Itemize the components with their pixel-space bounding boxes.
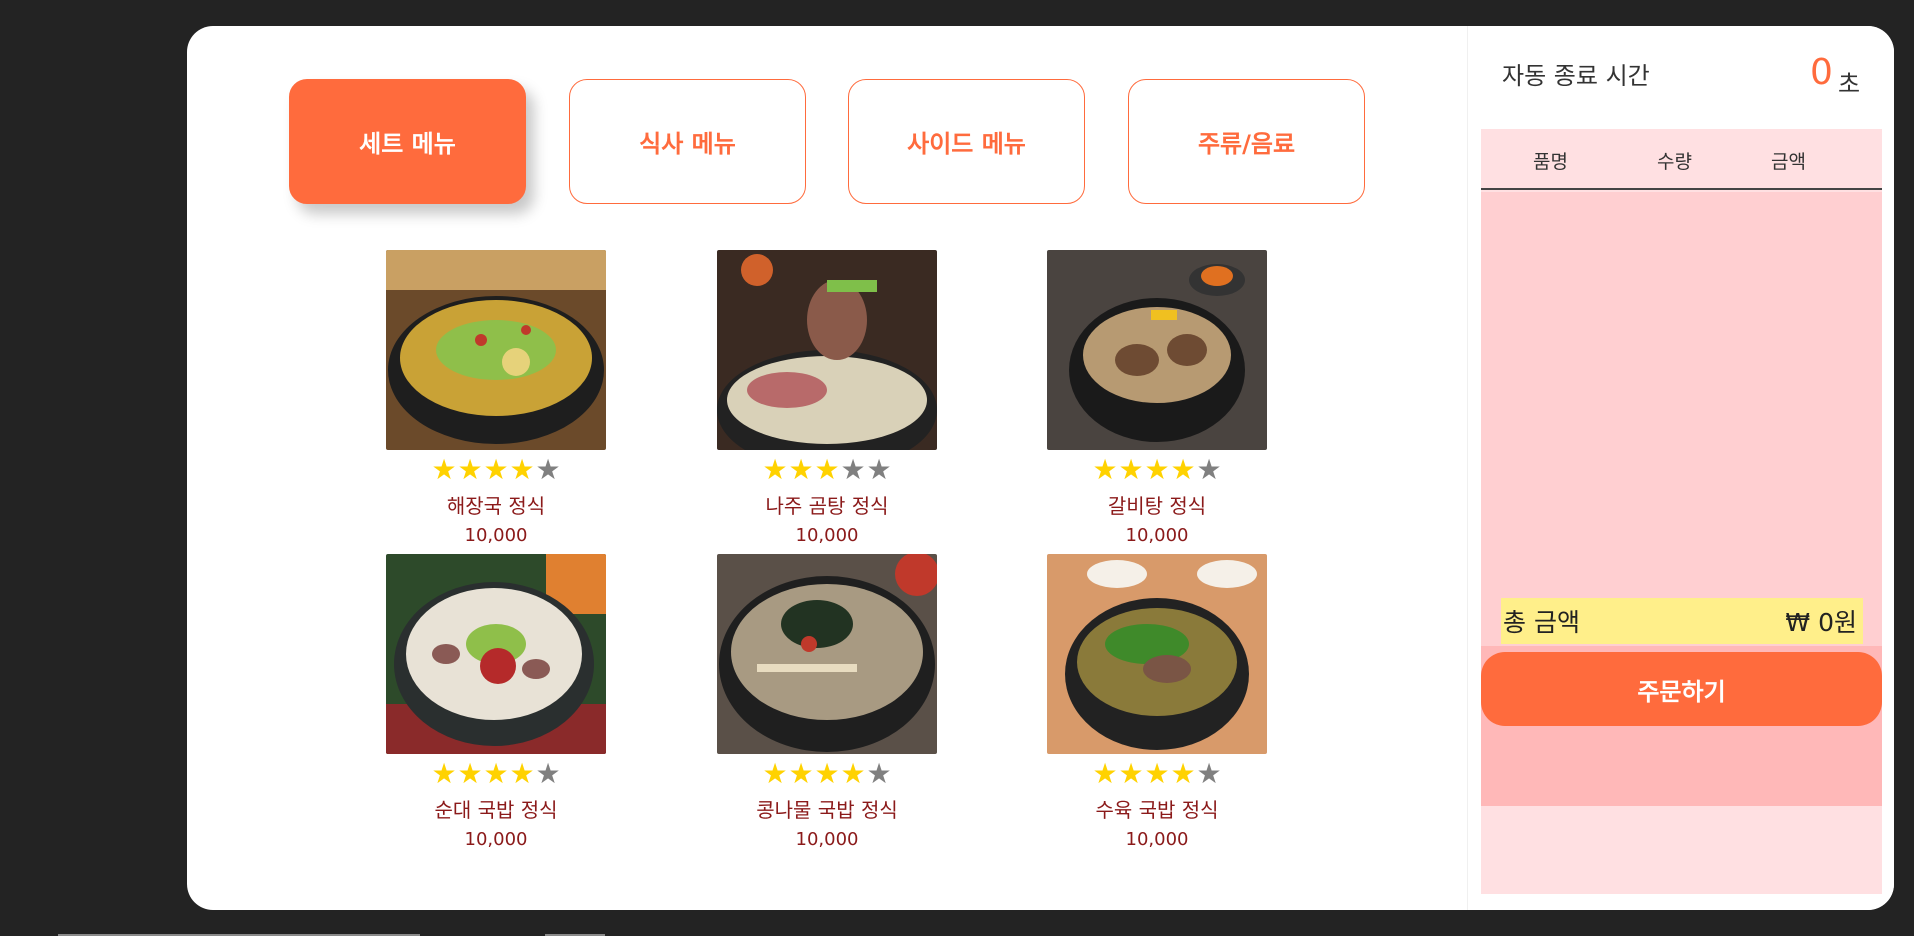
food-photo	[1047, 554, 1267, 754]
auto-close-timer-unit: 초	[1838, 70, 1861, 98]
rating-stars: ★ ★ ★ ★ ★	[386, 456, 606, 484]
star-empty-icon: ★	[535, 757, 561, 790]
star-filled-icon: ★	[1118, 757, 1144, 790]
menu-item-card[interactable]: ★ ★ ★ ★ ★ 갈비탕 정식 10,000	[1047, 250, 1267, 550]
star-filled-icon: ★	[431, 757, 457, 790]
star-empty-icon: ★	[866, 453, 892, 486]
column-quantity: 수량	[1657, 151, 1692, 173]
tab-meal-menu[interactable]: 식사 메뉴	[569, 79, 806, 204]
star-filled-icon: ★	[457, 453, 483, 486]
menu-item-name: 갈비탕 정식	[1107, 494, 1207, 518]
auto-close-timer-label: 자동 종료 시간	[1502, 62, 1650, 90]
star-filled-icon: ★	[1170, 757, 1196, 790]
menu-item-name: 순대 국밥 정식	[434, 798, 558, 822]
total-amount-value: ₩ 0원	[1785, 608, 1857, 637]
rating-stars: ★ ★ ★ ★ ★	[717, 456, 937, 484]
star-filled-icon: ★	[840, 757, 866, 790]
food-photo	[717, 250, 937, 450]
column-item-name: 품명	[1533, 151, 1568, 173]
place-order-button[interactable]: 주문하기	[1481, 652, 1882, 726]
food-photo	[386, 250, 606, 450]
food-photo	[386, 554, 606, 754]
star-filled-icon: ★	[762, 757, 788, 790]
star-filled-icon: ★	[814, 757, 840, 790]
kiosk-panel: 세트 메뉴 식사 메뉴 사이드 메뉴 주류/음료 ★ ★ ★ ★ ★ 해장국 정식 10…	[187, 26, 1894, 910]
star-empty-icon: ★	[535, 453, 561, 486]
star-filled-icon: ★	[431, 453, 457, 486]
menu-item-name: 해장국 정식	[446, 494, 546, 518]
star-filled-icon: ★	[1092, 453, 1118, 486]
menu-item-name: 콩나물 국밥 정식	[756, 798, 898, 822]
auto-close-timer-value: 0	[1810, 52, 1833, 93]
total-amount-label: 총 금액	[1503, 608, 1580, 637]
menu-item-name: 나주 곰탕 정식	[765, 494, 889, 518]
rating-stars: ★ ★ ★ ★ ★	[386, 760, 606, 788]
menu-item-price: 10,000	[1125, 525, 1189, 546]
order-cart: 품명 수량 금액 총 금액 ₩ 0원 주문하기	[1481, 129, 1882, 894]
star-empty-icon: ★	[1196, 757, 1222, 790]
rating-stars: ★ ★ ★ ★ ★	[717, 760, 937, 788]
order-item-list[interactable]	[1481, 192, 1882, 592]
star-filled-icon: ★	[1092, 757, 1118, 790]
menu-item-price: 10,000	[795, 525, 859, 546]
menu-item-card[interactable]: ★ ★ ★ ★ ★ 수육 국밥 정식 10,000	[1047, 554, 1267, 854]
tab-set-menu[interactable]: 세트 메뉴	[289, 79, 526, 204]
star-filled-icon: ★	[483, 453, 509, 486]
menu-item-price: 10,000	[464, 829, 528, 850]
star-filled-icon: ★	[509, 757, 535, 790]
star-filled-icon: ★	[1170, 453, 1196, 486]
order-panel: 자동 종료 시간 0 초 품명 수량 금액 총 금액 ₩ 0원 주문하기	[1467, 26, 1894, 910]
menu-item-price: 10,000	[795, 829, 859, 850]
rating-stars: ★ ★ ★ ★ ★	[1047, 456, 1267, 484]
total-amount-bar: 총 금액 ₩ 0원	[1501, 598, 1863, 644]
column-amount: 금액	[1771, 151, 1806, 173]
order-table-header: 품명 수량 금액	[1481, 129, 1882, 190]
star-filled-icon: ★	[1144, 453, 1170, 486]
menu-item-price: 10,000	[1125, 829, 1189, 850]
order-button-area: 주문하기	[1481, 646, 1882, 806]
star-empty-icon: ★	[840, 453, 866, 486]
menu-item-card[interactable]: ★ ★ ★ ★ ★ 콩나물 국밥 정식 10,000	[717, 554, 937, 854]
star-empty-icon: ★	[1196, 453, 1222, 486]
menu-item-name: 수육 국밥 정식	[1095, 798, 1219, 822]
star-filled-icon: ★	[1144, 757, 1170, 790]
star-filled-icon: ★	[457, 757, 483, 790]
food-photo	[717, 554, 937, 754]
star-filled-icon: ★	[483, 757, 509, 790]
tab-side-menu[interactable]: 사이드 메뉴	[848, 79, 1085, 204]
star-filled-icon: ★	[762, 453, 788, 486]
total-row: 총 금액 ₩ 0원	[1481, 592, 1882, 646]
tab-drinks-menu[interactable]: 주류/음료	[1128, 79, 1365, 204]
menu-item-card[interactable]: ★ ★ ★ ★ ★ 순대 국밥 정식 10,000	[386, 554, 606, 854]
star-filled-icon: ★	[788, 757, 814, 790]
rating-stars: ★ ★ ★ ★ ★	[1047, 760, 1267, 788]
food-photo	[1047, 250, 1267, 450]
star-empty-icon: ★	[866, 757, 892, 790]
star-filled-icon: ★	[1118, 453, 1144, 486]
menu-item-card[interactable]: ★ ★ ★ ★ ★ 나주 곰탕 정식 10,000	[717, 250, 937, 550]
star-filled-icon: ★	[509, 453, 535, 486]
menu-item-price: 10,000	[464, 525, 528, 546]
menu-item-card[interactable]: ★ ★ ★ ★ ★ 해장국 정식 10,000	[386, 250, 606, 550]
star-filled-icon: ★	[814, 453, 840, 486]
star-filled-icon: ★	[788, 453, 814, 486]
